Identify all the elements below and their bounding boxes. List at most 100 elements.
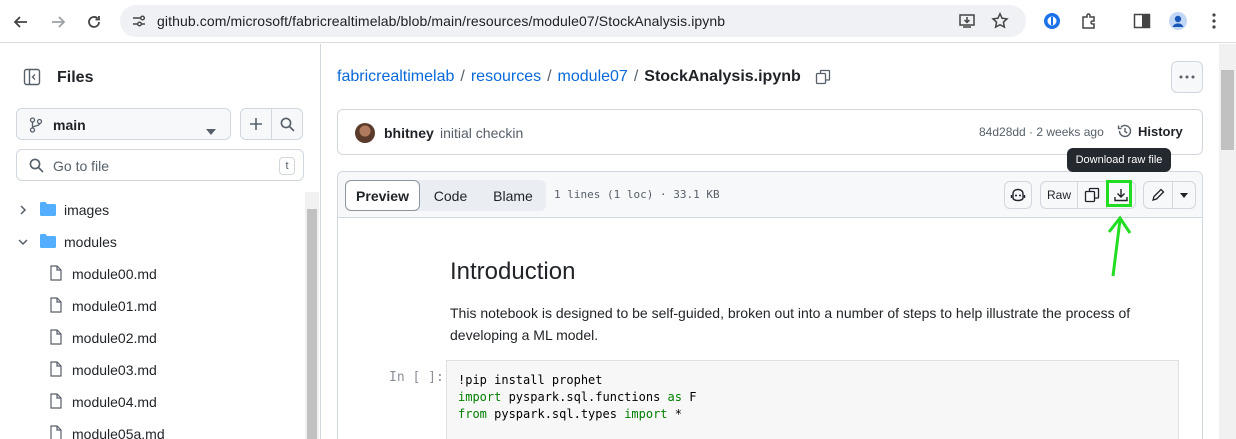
kebab-horizontal-icon: [1179, 75, 1195, 79]
breadcrumb-folder-link[interactable]: module07: [558, 68, 628, 86]
breadcrumb-repo-link[interactable]: fabricrealtimelab: [337, 68, 454, 86]
profile-avatar-icon[interactable]: [1168, 11, 1188, 31]
history-button[interactable]: History: [1117, 123, 1183, 139]
go-to-file-placeholder: Go to file: [53, 158, 110, 174]
reload-icon[interactable]: [81, 9, 107, 35]
annotation-arrow: [1107, 215, 1132, 277]
browser-toolbar: github.com/microsoft/fabricrealtimelab/b…: [0, 0, 1236, 43]
more-options-button[interactable]: [1171, 61, 1203, 93]
breadcrumb-separator: /: [460, 68, 465, 85]
browser-menu-icon[interactable]: [1204, 11, 1224, 31]
download-tooltip: Download raw file: [1067, 148, 1171, 172]
go-to-file-input[interactable]: Go to file t: [16, 149, 304, 181]
copilot-button[interactable]: [1004, 181, 1032, 209]
site-settings-icon[interactable]: [129, 11, 149, 31]
side-panel-icon[interactable]: [1132, 11, 1152, 31]
tree-folder-modules[interactable]: modules: [16, 227, 301, 257]
file-icon: [50, 328, 62, 348]
tree-file[interactable]: module04.md: [50, 387, 335, 417]
tab-code[interactable]: Code: [423, 180, 478, 211]
collapse-sidebar-icon[interactable]: [19, 64, 45, 90]
code-keyword: from: [458, 407, 487, 421]
breadcrumb-separator: /: [547, 68, 552, 85]
breadcrumb-folder-link[interactable]: resources: [471, 68, 541, 86]
file-icon: [50, 296, 62, 316]
back-icon[interactable]: [8, 9, 34, 35]
edit-button[interactable]: [1143, 181, 1173, 209]
code-keyword: import: [458, 390, 502, 404]
address-url[interactable]: github.com/microsoft/fabricrealtimelab/b…: [157, 13, 725, 29]
code-text: pyspark.sql.types: [486, 407, 625, 421]
forward-icon[interactable]: [45, 9, 71, 35]
caret-down-icon: [206, 122, 216, 138]
code-keyword: as: [667, 390, 682, 404]
tree-label: module00.md: [72, 266, 157, 282]
caret-down-icon: [1180, 192, 1188, 198]
tree-folder-images[interactable]: images: [16, 195, 301, 225]
address-bar[interactable]: github.com/microsoft/fabricrealtimelab/b…: [120, 5, 1026, 37]
cell-prompt: In [ ]:: [389, 370, 444, 385]
notebook-preview: Introduction This notebook is designed t…: [338, 218, 1202, 439]
notebook-heading: Introduction: [450, 258, 576, 285]
search-files-button[interactable]: [271, 108, 303, 140]
branch-label: main: [53, 117, 86, 133]
file-tree-sidebar: Files main Go to file t images modules m…: [0, 44, 321, 439]
code-text: F: [681, 390, 697, 404]
code-text: *: [667, 407, 682, 421]
tree-file[interactable]: module03.md: [50, 355, 335, 385]
bookmark-star-icon[interactable]: [990, 11, 1010, 31]
pencil-icon: [1151, 188, 1165, 202]
raw-button[interactable]: Raw: [1040, 181, 1078, 209]
tab-blame[interactable]: Blame: [482, 180, 544, 211]
notebook-paragraph: This notebook is designed to be self-gui…: [450, 305, 1131, 343]
tree-file[interactable]: module01.md: [50, 291, 335, 321]
history-icon: [1117, 123, 1133, 139]
annotation-highlight-box: [1106, 180, 1132, 207]
code-block: !pip install prophet import pyspark.sql.…: [458, 372, 696, 423]
edit-options-dropdown[interactable]: [1172, 181, 1196, 209]
copy-path-icon[interactable]: [815, 69, 831, 85]
sidebar-scrollbar-thumb[interactable]: [307, 209, 317, 439]
copy-icon: [1084, 187, 1100, 203]
tree-file[interactable]: module05a.md: [50, 419, 335, 439]
folder-icon: [40, 201, 56, 219]
add-file-button[interactable]: [240, 108, 272, 140]
commit-message[interactable]: initial checkin: [440, 125, 523, 141]
tree-label: module05a.md: [72, 426, 165, 439]
tree-label: module02.md: [72, 330, 157, 346]
tree-label: module01.md: [72, 298, 157, 314]
page-scrollbar-thumb[interactable]: [1221, 70, 1234, 150]
code-cell: !pip install prophet import pyspark.sql.…: [446, 360, 1179, 439]
breadcrumb-separator: /: [633, 68, 639, 85]
extensions-puzzle-icon[interactable]: [1079, 11, 1099, 31]
tree-file[interactable]: module00.md: [50, 259, 335, 289]
code-text: pyspark.sql.functions: [501, 390, 668, 404]
avatar[interactable]: [355, 123, 375, 143]
file-icon: [50, 360, 62, 380]
commit-author[interactable]: bhitney: [384, 125, 434, 141]
history-label: History: [1138, 123, 1183, 139]
search-icon: [29, 158, 44, 176]
shortcut-hint: t: [279, 157, 295, 175]
branch-selector[interactable]: main: [16, 108, 231, 140]
tab-preview[interactable]: Preview: [345, 180, 420, 211]
extension-shield-icon[interactable]: [1042, 11, 1062, 31]
copy-raw-button[interactable]: [1077, 181, 1107, 209]
tree-label: module04.md: [72, 394, 157, 410]
tree-file[interactable]: module02.md: [50, 323, 335, 353]
breadcrumb: fabricrealtimelab / resources / module07…: [337, 68, 831, 86]
code-line: !pip install prophet: [458, 373, 603, 387]
folder-open-icon: [40, 233, 56, 251]
commit-meta[interactable]: 84d28dd · 2 weeks ago: [979, 125, 1104, 139]
install-app-icon[interactable]: [958, 11, 978, 31]
tree-label: modules: [64, 234, 117, 250]
file-icon: [50, 264, 62, 284]
tree-label: module03.md: [72, 362, 157, 378]
copilot-icon: [1010, 188, 1026, 202]
file-icon: [50, 424, 62, 439]
code-keyword: import: [624, 407, 668, 421]
chevron-right-icon: [16, 205, 30, 215]
file-viewer: Preview Code Blame 1 lines (1 loc) · 33.…: [337, 171, 1203, 439]
file-info: 1 lines (1 loc) · 33.1 KB: [554, 188, 720, 201]
file-icon: [50, 392, 62, 412]
